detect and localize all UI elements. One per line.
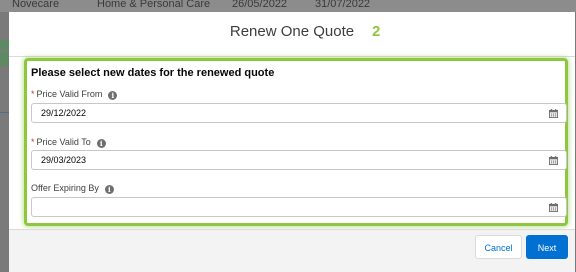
cancel-button[interactable]: Cancel xyxy=(475,235,522,259)
price-valid-from-value: 29/12/2022 xyxy=(41,108,87,118)
background-decoration xyxy=(0,52,9,66)
section-heading: Please select new dates for the renewed … xyxy=(31,67,275,79)
required-marker: * xyxy=(31,137,35,147)
field-label-text: Price Valid To xyxy=(36,137,91,147)
modal-header: Renew One Quote 2 xyxy=(9,12,575,57)
step-number-annotation: 2 xyxy=(372,23,381,40)
field-label-text: Price Valid From xyxy=(36,89,103,99)
price-valid-to-value: 29/03/2023 xyxy=(41,155,87,165)
calendar-icon[interactable] xyxy=(549,203,558,212)
info-icon[interactable]: i xyxy=(104,185,114,194)
offer-expiring-by-input[interactable] xyxy=(31,197,567,217)
required-marker: * xyxy=(31,89,35,99)
info-icon[interactable]: i xyxy=(108,91,118,100)
modal-footer: Cancel Next xyxy=(9,229,575,272)
price-valid-to-input[interactable]: 29/03/2023 xyxy=(31,150,567,170)
modal-body: Please select new dates for the renewed … xyxy=(9,57,575,229)
price-valid-to-label: * Price Valid To i xyxy=(31,137,106,148)
offer-expiring-by-label: Offer Expiring By i xyxy=(31,183,114,194)
background-decoration xyxy=(0,40,9,50)
calendar-icon[interactable] xyxy=(549,109,558,118)
background-date-cell: 26/05/2022 xyxy=(232,0,288,10)
field-label-text: Offer Expiring By xyxy=(31,183,99,193)
info-icon[interactable]: i xyxy=(96,139,106,148)
background-account-cell: Novecare xyxy=(12,0,60,10)
background-date-cell: 31/07/2022 xyxy=(315,0,371,10)
price-valid-from-label: * Price Valid From i xyxy=(31,89,118,100)
background-table-row: Novecare Home & Personal Care 26/05/2022… xyxy=(0,0,576,12)
price-valid-from-input[interactable]: 29/12/2022 xyxy=(31,103,567,123)
modal-title: Renew One Quote xyxy=(229,23,355,40)
background-decoration xyxy=(0,112,9,113)
background-category-cell: Home & Personal Care xyxy=(97,0,211,10)
next-button[interactable]: Next xyxy=(526,235,568,259)
renew-quote-modal: Renew One Quote 2 Please select new date… xyxy=(9,12,575,272)
calendar-icon[interactable] xyxy=(549,156,558,165)
